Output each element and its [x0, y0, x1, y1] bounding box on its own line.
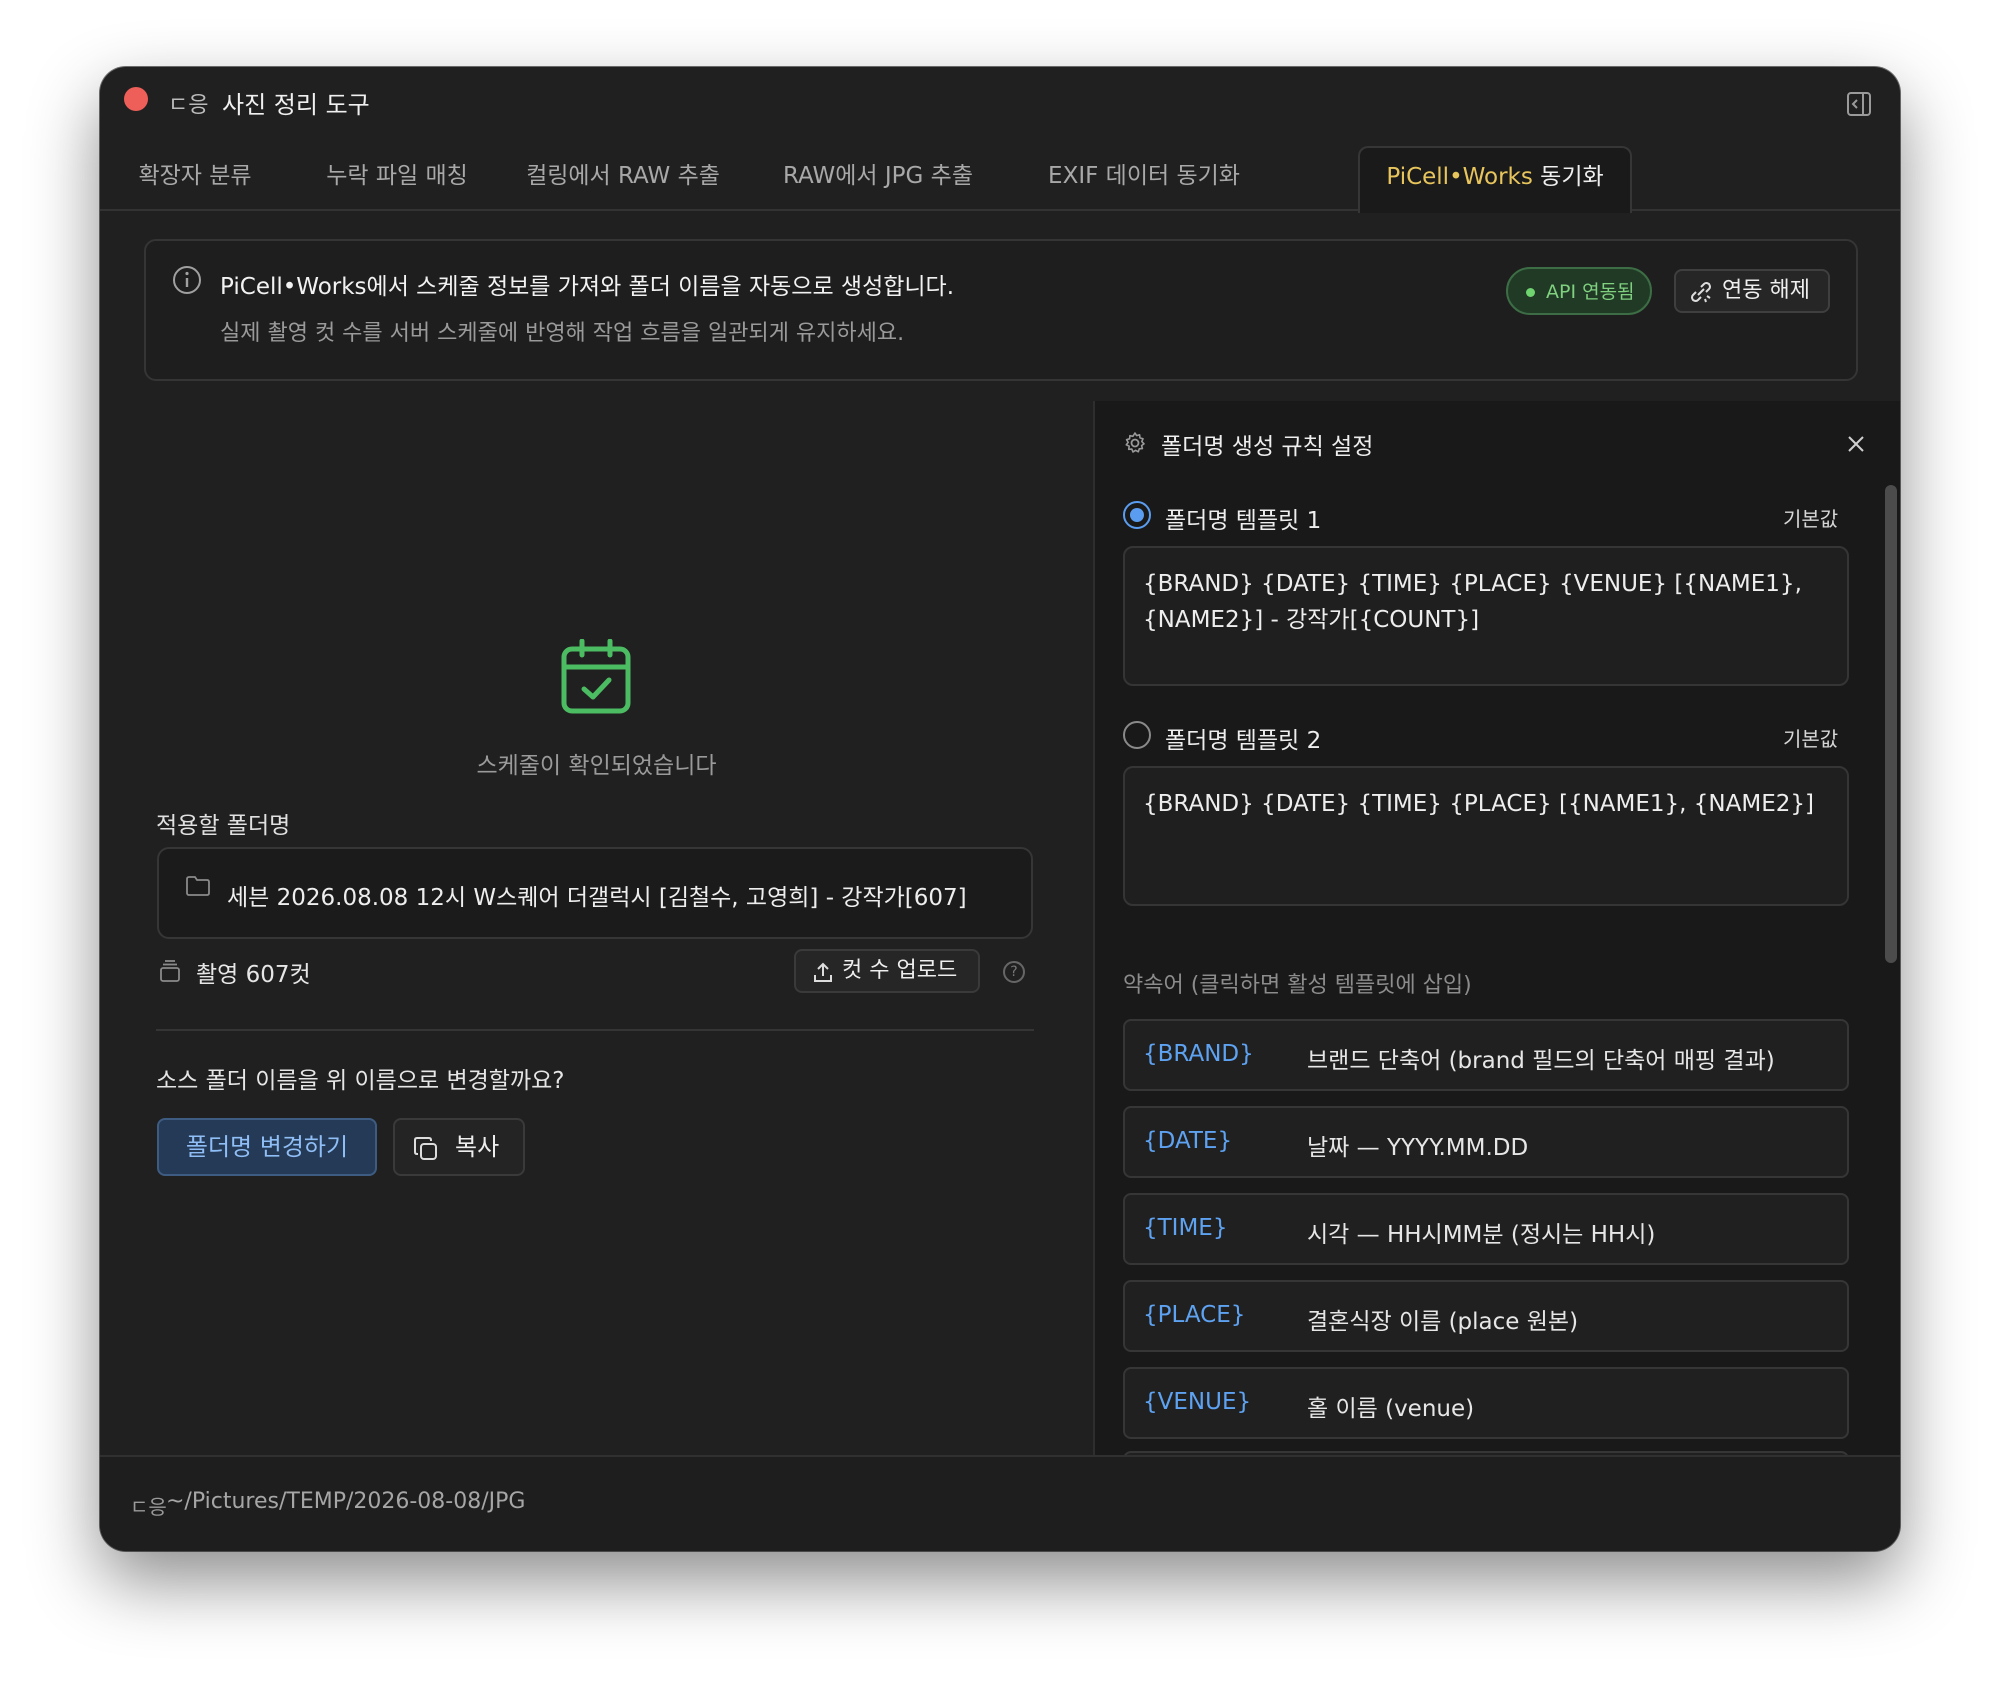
unlink-icon — [1691, 282, 1711, 303]
unlink-button[interactable]: 연동 해제 — [1674, 269, 1830, 313]
schedule-panel: 스케줄이 확인되었습니다 적용할 폴더명 세븐 2026.08.08 12시 W… — [100, 401, 1093, 1455]
tab-exif-sync[interactable]: EXIF 데이터 동기화 — [1026, 147, 1262, 209]
template-1-label: 폴더명 템플릿 1 — [1165, 508, 1322, 534]
template-1-default-button[interactable]: 기본값 — [1783, 503, 1838, 532]
shortcut-desc: 브랜드 단축어 (brand 필드의 단축어 매핑 결과) — [1307, 1048, 1775, 1074]
upload-count-label: 컷 수 업로드 — [842, 958, 958, 983]
panel-title: 폴더명 생성 규칙 설정 — [1161, 434, 1374, 460]
help-icon[interactable]: ? — [1003, 961, 1025, 983]
close-icon[interactable] — [1847, 435, 1865, 453]
copy-label: 복사 — [455, 1133, 500, 1161]
shortcut-key: {VENUE} — [1143, 1389, 1252, 1415]
folder-icon — [186, 876, 210, 896]
calendar-check-icon — [561, 639, 631, 714]
tab-extension-sort[interactable]: 확장자 분류 — [120, 147, 270, 209]
shortcut-key: {BRAND} — [1143, 1041, 1254, 1067]
template-1-input[interactable]: {BRAND} {DATE} {TIME} {PLACE} {VENUE} [{… — [1123, 546, 1849, 686]
shortcut-desc: 시각 — HH시MM분 (정시는 HH시) — [1307, 1222, 1656, 1248]
folder-name-label: 적용할 폴더명 — [156, 813, 291, 839]
sidebar-toggle-icon[interactable] — [1846, 91, 1872, 117]
shortcuts-header: 약속어 (클릭하면 활성 템플릿에 삽입) — [1123, 973, 1472, 998]
tab-label: PiCell•Works — [1386, 164, 1533, 190]
status-dot-icon — [1526, 288, 1535, 297]
rename-folder-button[interactable]: 폴더명 변경하기 — [157, 1118, 377, 1176]
shot-count-text: 촬영 607컷 — [196, 962, 311, 988]
shortcut-key: {PLACE} — [1143, 1302, 1246, 1328]
shortcut-brand[interactable]: {BRAND} 브랜드 단축어 (brand 필드의 단축어 매핑 결과) — [1123, 1019, 1849, 1091]
tab-label-suffix: 동기화 — [1532, 164, 1604, 190]
shortcut-venue[interactable]: {VENUE} 홀 이름 (venue) — [1123, 1367, 1849, 1439]
tab-missing-file-match[interactable]: 누락 파일 매칭 — [322, 147, 472, 209]
shortcut-key: {TIME} — [1143, 1215, 1228, 1241]
tab-bar: 확장자 분류 누락 파일 매칭 컬링에서 RAW 추출 RAW에서 JPG 추출… — [100, 137, 1900, 213]
folder-name-display: 세븐 2026.08.08 12시 W스퀘어 더갤럭시 [김철수, 고영희] -… — [157, 847, 1033, 939]
upload-count-button[interactable]: 컷 수 업로드 — [794, 949, 980, 993]
schedule-confirmed-text: 스케줄이 확인되었습니다 — [476, 753, 717, 779]
template-1-radio[interactable] — [1123, 501, 1151, 529]
api-status-badge: API 연동됨 — [1506, 267, 1652, 315]
shortcut-desc: 날짜 — YYYY.MM.DD — [1307, 1135, 1529, 1161]
scrollbar[interactable] — [1885, 485, 1897, 963]
template-2-default-button[interactable]: 기본값 — [1783, 723, 1838, 752]
path-icon: ㄷ응 — [130, 1495, 167, 1519]
divider — [156, 1029, 1034, 1031]
upload-icon — [814, 962, 832, 982]
status-bar: ㄷ응 ~/Pictures/TEMP/2026-08-08/JPG — [100, 1455, 1900, 1551]
banner-subtitle: 실제 촬영 컷 수를 서버 스케줄에 반영해 작업 흐름을 일관되게 유지하세요… — [220, 321, 905, 346]
gear-icon — [1125, 432, 1145, 453]
copy-icon — [414, 1137, 437, 1160]
shortcut-desc: 홀 이름 (venue) — [1307, 1396, 1475, 1422]
tab-culling-raw-extract[interactable]: 컬링에서 RAW 추출 — [518, 147, 728, 209]
shortcut-time[interactable]: {TIME} 시각 — HH시MM분 (정시는 HH시) — [1123, 1193, 1849, 1265]
tab-picell-works-sync[interactable]: PiCell•Works 동기화 — [1358, 146, 1632, 213]
window-title: 사진 정리 도구 — [222, 91, 370, 119]
app-icon: ㄷ응 — [168, 93, 209, 118]
shortcut-desc: 결혼식장 이름 (place 원본) — [1307, 1309, 1579, 1335]
rename-question: 소스 폴더 이름을 위 이름으로 변경할까요? — [156, 1068, 565, 1094]
shortcut-place[interactable]: {PLACE} 결혼식장 이름 (place 원본) — [1123, 1280, 1849, 1352]
banner-title: PiCell•Works에서 스케줄 정보를 가져와 폴더 이름을 자동으로 생… — [220, 274, 955, 300]
close-window-button[interactable] — [124, 87, 148, 111]
title-bar: ㄷ응 사진 정리 도구 — [100, 67, 1900, 137]
shortcut-key: {DATE} — [1143, 1128, 1233, 1154]
tab-raw-to-jpg[interactable]: RAW에서 JPG 추출 — [772, 147, 984, 209]
info-icon — [173, 266, 201, 294]
template-2-label: 폴더명 템플릿 2 — [1165, 728, 1322, 754]
shortcut-date[interactable]: {DATE} 날짜 — YYYY.MM.DD — [1123, 1106, 1849, 1178]
info-banner: PiCell•Works에서 스케줄 정보를 가져와 폴더 이름을 자동으로 생… — [144, 239, 1858, 381]
current-path: ~/Pictures/TEMP/2026-08-08/JPG — [166, 1489, 526, 1514]
template-2-radio[interactable] — [1123, 721, 1151, 749]
api-status-label: API 연동됨 — [1546, 281, 1635, 303]
template-2-input[interactable]: {BRAND} {DATE} {TIME} {PLACE} [{NAME1}, … — [1123, 766, 1849, 906]
app-window: ㄷ응 사진 정리 도구 확장자 분류 누락 파일 매칭 컬링에서 RAW 추출 … — [100, 67, 1900, 1551]
unlink-label: 연동 해제 — [1722, 278, 1810, 303]
folder-rule-settings-panel: 폴더명 생성 규칙 설정 폴더명 템플릿 1 기본값 {BRAND} {DATE… — [1093, 401, 1900, 1471]
folder-name-value: 세븐 2026.08.08 12시 W스퀘어 더갤럭시 [김철수, 고영희] -… — [227, 885, 967, 911]
stack-icon — [160, 960, 180, 982]
copy-button[interactable]: 복사 — [393, 1118, 525, 1176]
